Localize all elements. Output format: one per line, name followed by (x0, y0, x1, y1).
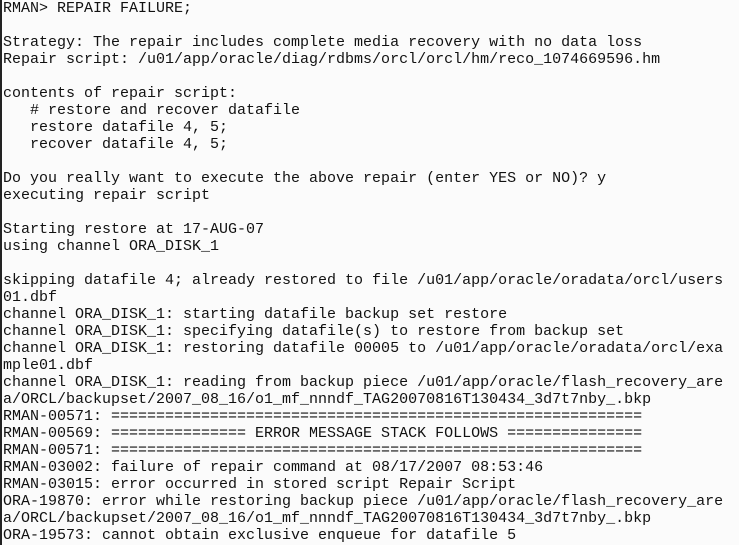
error-line: ORA-19573: cannot obtain exclusive enque… (3, 527, 517, 544)
error-line: ORA-19870: error while restoring backup … (3, 493, 724, 510)
output-line: channel ORA_DISK_1: restoring datafile 0… (3, 340, 724, 357)
output-line: mple01.dbf (3, 357, 94, 374)
repair-script-path-line: Repair script: /u01/app/oracle/diag/rdbm… (3, 51, 661, 68)
channel-line: using channel ORA_DISK_1 (3, 238, 220, 255)
output-line: 01.dbf (3, 289, 58, 306)
script-comment-line: # restore and recover datafile (3, 102, 301, 119)
confirmation-prompt-line: Do you really want to execute the above … (3, 170, 607, 187)
output-line: a/ORCL/backupset/2007_08_16/o1_mf_nnndf_… (3, 391, 652, 408)
error-separator-line: RMAN-00571: ============================… (3, 442, 643, 459)
strategy-line: Strategy: The repair includes complete m… (3, 34, 643, 51)
output-line: channel ORA_DISK_1: starting datafile ba… (3, 306, 508, 323)
command-prompt-line: RMAN> REPAIR FAILURE; (3, 0, 193, 17)
starting-restore-line: Starting restore at 17-AUG-07 (3, 221, 265, 238)
error-line: RMAN-03015: error occurred in stored scr… (3, 476, 517, 493)
script-restore-line: restore datafile 4, 5; (3, 119, 229, 136)
output-line: channel ORA_DISK_1: specifying datafile(… (3, 323, 625, 340)
error-line: a/ORCL/backupset/2007_08_16/o1_mf_nnndf_… (3, 510, 652, 527)
error-line: RMAN-03002: failure of repair command at… (3, 459, 544, 476)
executing-line: executing repair script (3, 187, 211, 204)
output-line: skipping datafile 4; already restored to… (3, 272, 724, 289)
error-separator-line: RMAN-00571: ============================… (3, 408, 643, 425)
terminal-output[interactable]: RMAN> REPAIR FAILURE; Strategy: The repa… (0, 0, 737, 545)
script-contents-header: contents of repair script: (3, 85, 238, 102)
error-stack-header-line: RMAN-00569: =============== ERROR MESSAG… (3, 425, 643, 442)
output-line: channel ORA_DISK_1: reading from backup … (3, 374, 724, 391)
script-recover-line: recover datafile 4, 5; (3, 136, 229, 153)
